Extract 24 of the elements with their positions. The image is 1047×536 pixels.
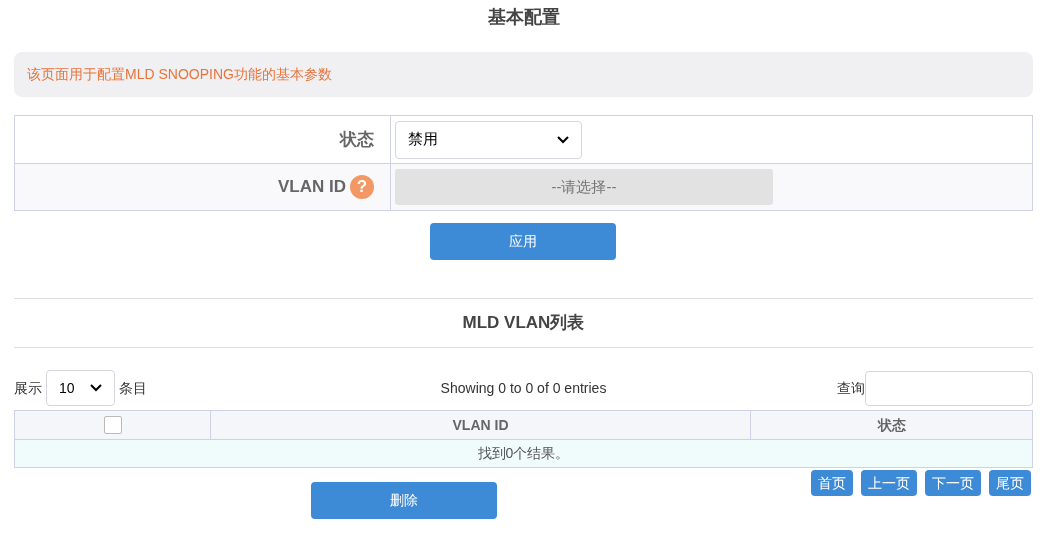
column-header: VLAN ID — [211, 411, 751, 439]
status-select[interactable]: 禁用 — [395, 120, 582, 159]
entries-label: 条目 — [119, 378, 147, 398]
list-title: MLD VLAN列表 — [462, 312, 585, 335]
chevron-down-icon — [557, 135, 569, 144]
delete-button[interactable]: 删除 — [311, 482, 497, 519]
empty-row: 找到0个结果。 — [15, 440, 1032, 467]
column-header: 状态 — [876, 415, 907, 435]
chevron-down-icon — [90, 384, 102, 392]
pagination-button[interactable]: 下一页 — [925, 470, 981, 496]
search-label: 查询 — [837, 378, 865, 398]
page-title: 基本配置 — [487, 5, 560, 29]
pagination-button[interactable]: 上一页 — [861, 470, 917, 496]
search-field[interactable] — [865, 370, 1033, 406]
apply-button[interactable]: 应用 — [430, 223, 616, 260]
entries-info: Showing 0 to 0 of 0 entries — [440, 378, 607, 398]
show-label: 展示 — [14, 378, 42, 398]
pagination-button[interactable]: 尾页 — [989, 470, 1031, 496]
page-size-select[interactable]: 10 — [46, 370, 115, 406]
pagination-button[interactable]: 首页 — [811, 470, 853, 496]
select-all-checkbox[interactable] — [103, 416, 122, 434]
notice-banner: 该页面用于配置MLD SNOOPING功能的基本参数 — [14, 52, 1033, 97]
field-label: VLAN ID — [278, 176, 346, 199]
field-label: 状态 — [340, 128, 374, 151]
